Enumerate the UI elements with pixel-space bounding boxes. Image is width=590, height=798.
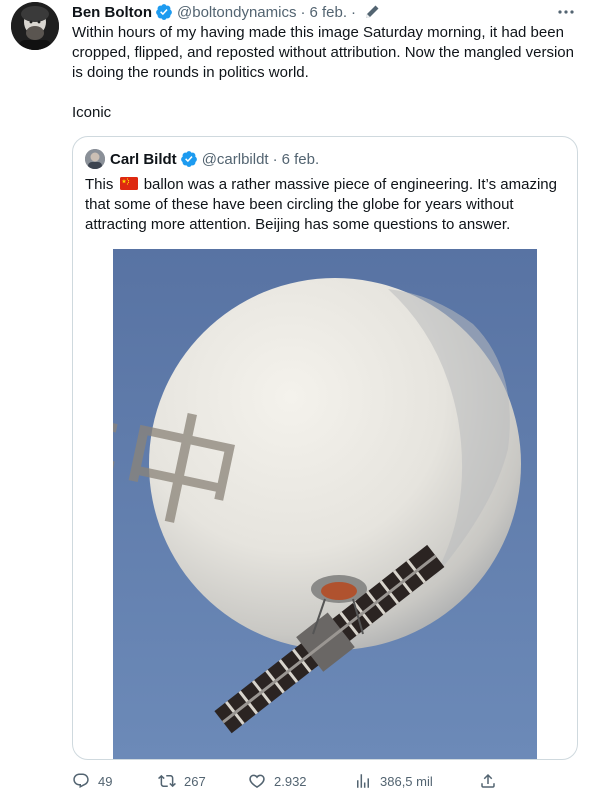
more-options-icon[interactable] xyxy=(556,4,576,20)
reply-icon xyxy=(73,773,89,789)
retweet-count: 267 xyxy=(184,773,206,789)
edited-pencil-icon[interactable] xyxy=(364,4,380,20)
balloon-photo[interactable]: 中共 xyxy=(113,249,537,759)
like-count: 2.932 xyxy=(274,773,307,789)
views-button[interactable]: 386,5 mil xyxy=(354,772,433,790)
author-avatar[interactable] xyxy=(11,2,59,50)
quoted-text-after-flag: ballon was a rather massive piece of eng… xyxy=(85,176,557,233)
user-avatar-icon xyxy=(11,2,59,50)
quoted-author-name: Carl Bildt xyxy=(110,150,177,168)
views-count: 386,5 mil xyxy=(380,773,433,789)
reply-count: 49 xyxy=(98,773,113,789)
heart-icon xyxy=(249,774,265,789)
separator-dot: · xyxy=(272,150,278,168)
retweet-icon xyxy=(158,774,176,788)
verified-badge-icon xyxy=(155,3,173,21)
quoted-tweet-card[interactable]: Carl Bildt @carlbildt · 6 feb. This ball… xyxy=(72,136,578,760)
quoted-tweet-header: Carl Bildt @carlbildt · 6 feb. xyxy=(85,149,319,169)
tweet-text: Within hours of my having made this imag… xyxy=(72,24,574,121)
retweet-button[interactable]: 267 xyxy=(158,772,206,790)
quoted-tweet-date: 6 feb. xyxy=(281,150,320,168)
quoted-text-before-flag: This xyxy=(85,176,114,193)
tweet-action-bar: 49 267 2.932 386,5 mil xyxy=(72,772,512,792)
verified-badge-icon xyxy=(180,150,198,168)
china-flag-icon xyxy=(119,176,138,190)
quoted-tweet-text: This ballon was a rather massive piece o… xyxy=(85,175,567,235)
quoted-author-avatar xyxy=(85,149,105,169)
tweet-header: Ben Bolton @boltondynamics · 6 feb. · xyxy=(72,2,380,22)
share-button[interactable] xyxy=(479,772,505,790)
share-icon xyxy=(481,773,495,788)
separator-dot: · xyxy=(300,3,306,21)
like-button[interactable]: 2.932 xyxy=(248,772,307,790)
tweet-date[interactable]: 6 feb. xyxy=(309,4,347,21)
quoted-author-handle: @carlbildt xyxy=(201,150,269,168)
views-chart-icon xyxy=(357,774,369,788)
user-avatar-icon xyxy=(85,149,105,169)
reply-button[interactable]: 49 xyxy=(72,772,112,790)
author-name[interactable]: Ben Bolton xyxy=(72,4,152,21)
author-handle[interactable]: @boltondynamics xyxy=(177,4,296,21)
separator-dot: · xyxy=(350,3,356,21)
